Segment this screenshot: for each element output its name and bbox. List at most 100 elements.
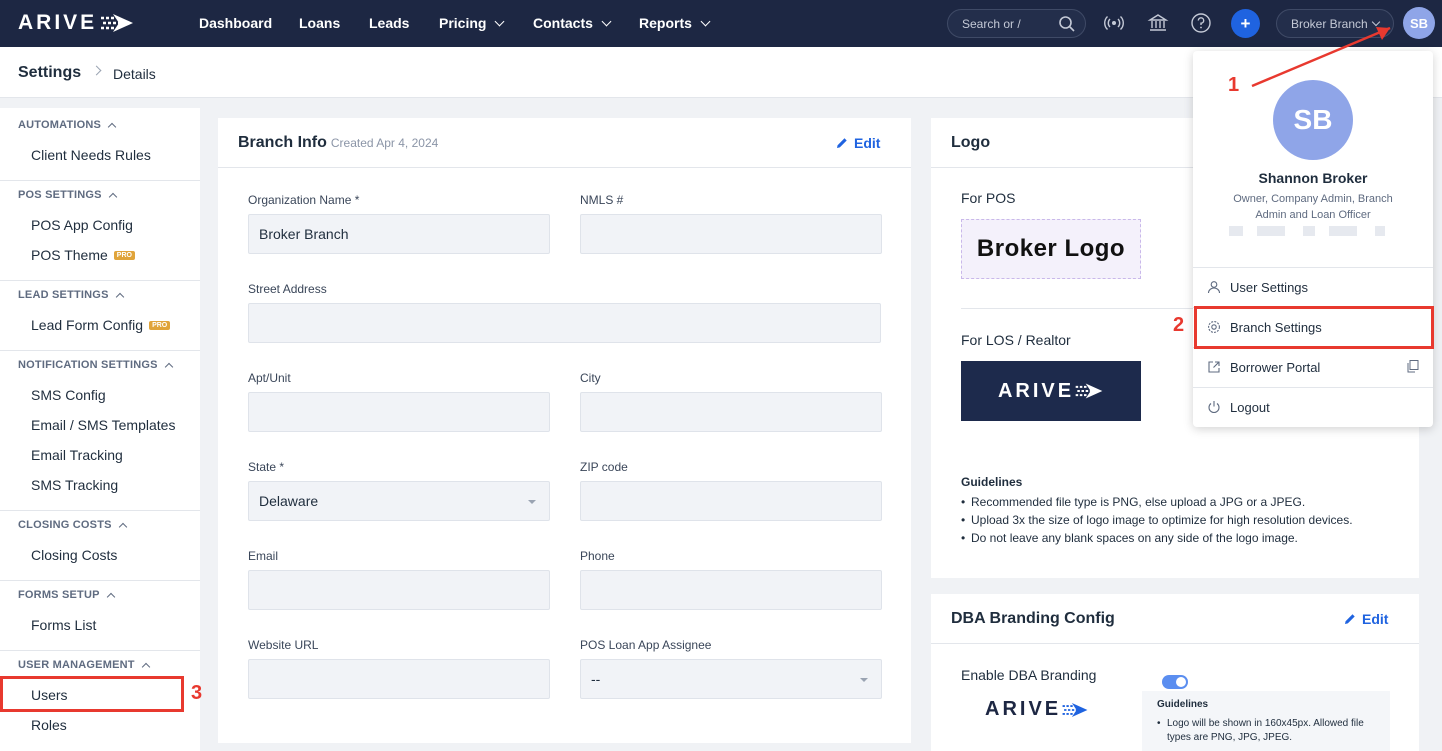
logo-text: ARIVE <box>18 11 98 34</box>
bank-icon[interactable] <box>1147 12 1169 34</box>
nav-contacts[interactable]: Contacts <box>533 15 612 31</box>
arrow-logo-icon <box>101 14 134 32</box>
divider <box>0 350 200 351</box>
annotation-number-2: 2 <box>1173 314 1185 336</box>
pencil-icon <box>837 138 847 148</box>
search-input[interactable]: Search or / <box>947 9 1086 38</box>
user-icon <box>1207 281 1221 294</box>
los-logo-text: ARIVE <box>997 379 1075 402</box>
enable-dba-label: Enable DBA Branding <box>961 667 1097 683</box>
arive-logo[interactable]: ARIVE <box>18 11 135 35</box>
sidebar-item-client-needs-rules[interactable]: Client Needs Rules <box>31 147 151 163</box>
card-title: Branch Info Created Apr 4, 2024 <box>238 134 439 151</box>
sidebar-item-email-tracking[interactable]: Email Tracking <box>31 447 123 463</box>
apt-unit-field[interactable] <box>248 392 550 432</box>
sidebar-section-closing-costs[interactable]: CLOSING COSTS <box>18 519 127 531</box>
chevron-right-icon <box>91 65 102 76</box>
breadcrumb-settings[interactable]: Settings <box>18 64 81 82</box>
top-nav-bar: ARIVE Dashboard Loans Leads Pricing Cont… <box>0 0 1442 47</box>
borrower-portal-item[interactable]: Borrower Portal <box>1193 347 1433 387</box>
card-header: DBA Branding Config Edit <box>931 594 1419 644</box>
nav-loans[interactable]: Loans <box>299 15 340 31</box>
sidebar-section-notification-settings[interactable]: NOTIFICATION SETTINGS <box>18 359 173 371</box>
website-field[interactable] <box>248 659 550 699</box>
sidebar-section-automations[interactable]: AUTOMATIONS <box>18 119 117 131</box>
chevron-up-icon <box>164 362 173 371</box>
enable-dba-toggle[interactable] <box>1162 675 1188 689</box>
org-name-label: Organization Name * <box>248 193 360 207</box>
nmls-field[interactable] <box>580 214 882 254</box>
street-address-field[interactable] <box>248 303 881 343</box>
annotation-highlight-branch-settings <box>1194 306 1434 349</box>
nav-pricing[interactable]: Pricing <box>439 15 505 31</box>
sidebar-item-lead-form-config[interactable]: Lead Form Config PRO <box>31 317 171 333</box>
sidebar-section-pos-settings[interactable]: POS SETTINGS <box>18 189 117 201</box>
city-label: City <box>580 371 601 385</box>
copy-icon[interactable] <box>1407 360 1419 373</box>
user-name: Shannon Broker <box>1258 170 1368 186</box>
street-address-label: Street Address <box>248 282 327 296</box>
divider <box>0 650 200 651</box>
pos-logo-text: Broker Logo <box>976 235 1126 262</box>
nav-reports[interactable]: Reports <box>639 15 711 31</box>
chevron-up-icon <box>118 522 127 531</box>
pro-badge: PRO <box>113 250 135 260</box>
phone-field[interactable] <box>580 570 882 610</box>
chevron-up-icon <box>108 192 117 201</box>
user-settings-item[interactable]: User Settings <box>1193 267 1433 307</box>
search-icon <box>1059 16 1075 32</box>
logout-item[interactable]: Logout <box>1193 387 1433 427</box>
guidelines-title: Guidelines <box>961 475 1023 489</box>
sidebar-section-forms-setup[interactable]: FORMS SETUP <box>18 589 115 601</box>
user-role: Owner, Company Admin, Branch Admin and L… <box>1233 193 1393 221</box>
nav-leads[interactable]: Leads <box>369 15 409 31</box>
guidelines-title: Guidelines <box>1157 699 1209 710</box>
city-field[interactable] <box>580 392 882 432</box>
sidebar-item-roles[interactable]: Roles <box>31 717 67 733</box>
dba-logo-text: ARIVE <box>985 698 1062 720</box>
sidebar-item-pos-theme[interactable]: POS Theme PRO <box>31 247 135 263</box>
edit-branch-button[interactable]: Edit <box>836 135 880 151</box>
los-logo-image[interactable]: ARIVE <box>961 361 1141 421</box>
caret-down-icon <box>860 678 868 682</box>
annotation-arrow <box>1251 26 1391 88</box>
arrow-logo-icon <box>1075 383 1103 399</box>
sidebar-item-sms-tracking[interactable]: SMS Tracking <box>31 477 118 493</box>
nmls-label: NMLS # <box>580 193 624 207</box>
pro-badge: PRO <box>149 320 171 330</box>
sidebar-item-sms-config[interactable]: SMS Config <box>31 387 106 403</box>
sidebar-item-closing-costs[interactable]: Closing Costs <box>31 547 117 563</box>
state-label: State * <box>248 460 285 474</box>
sidebar-item-email-sms-templates[interactable]: Email / SMS Templates <box>31 417 175 433</box>
broadcast-icon[interactable] <box>1103 12 1125 34</box>
sidebar-item-pos-app-config[interactable]: POS App Config <box>31 217 133 233</box>
list-item: Do not leave any blank spaces on any sid… <box>961 531 1353 549</box>
external-link-icon <box>1208 361 1220 373</box>
apt-unit-label: Apt/Unit <box>248 371 291 385</box>
power-icon <box>1208 401 1220 414</box>
state-select[interactable]: Delaware <box>248 481 550 521</box>
pencil-icon <box>1345 614 1355 624</box>
zip-label: ZIP code <box>580 460 628 474</box>
edit-dba-button[interactable]: Edit <box>1344 611 1388 627</box>
org-name-field[interactable]: Broker Branch <box>248 214 550 254</box>
nav-dashboard[interactable]: Dashboard <box>199 15 272 31</box>
zip-field[interactable] <box>580 481 882 521</box>
email-field[interactable] <box>248 570 550 610</box>
sidebar-section-user-management[interactable]: USER MANAGEMENT <box>18 659 150 671</box>
help-icon[interactable] <box>1190 12 1212 34</box>
annotation-number-3: 3 <box>191 682 203 704</box>
caret-down-icon <box>528 500 536 504</box>
breadcrumb-current: Details <box>113 66 156 82</box>
sidebar-section-lead-settings[interactable]: LEAD SETTINGS <box>18 289 124 301</box>
divider <box>0 510 200 511</box>
branch-info-card: Branch Info Created Apr 4, 2024 Edit Orga… <box>218 118 911 743</box>
dba-guidelines-box: Guidelines • Logo will be shown in 160x4… <box>1142 691 1390 751</box>
list-item: Upload 3x the size of logo image to opti… <box>961 513 1353 531</box>
annotation-highlight-users <box>0 676 184 712</box>
settings-sidebar: AUTOMATIONS Client Needs Rules POS SETTI… <box>0 108 200 751</box>
pos-logo-image[interactable]: Broker Logo <box>961 219 1141 279</box>
chevron-up-icon <box>106 592 115 601</box>
sidebar-item-forms-list[interactable]: Forms List <box>31 617 96 633</box>
assignee-select[interactable]: -- <box>580 659 882 699</box>
